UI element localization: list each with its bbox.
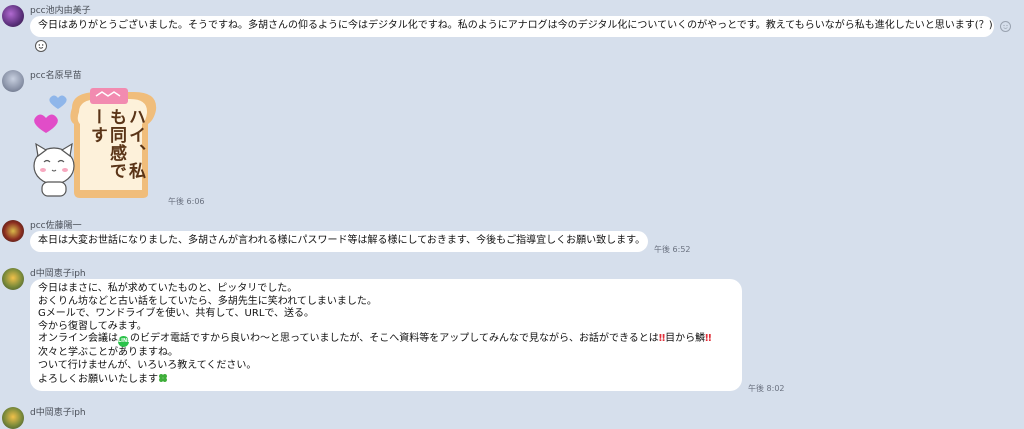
message-text: 本日は大変お世話になりました、多胡さんが言われる様にパスワード等は解る様にしてお…	[38, 235, 646, 246]
message-text: 今日はありがとうございました。そうですね。多胡さんの仰るように今はデジタル化です…	[38, 20, 993, 31]
avatar[interactable]	[2, 268, 24, 290]
timestamp: 午後 6:06	[168, 197, 205, 206]
message-text-line: おくりん坊などと古い話をしていたら、多胡先生に笑われてしまいました。	[38, 295, 377, 307]
message-text-line: 今日はまさに、私が求めていたものと、ピッタリでした。	[38, 283, 298, 294]
emoji-reaction-icon[interactable]	[35, 40, 47, 52]
double-exclamation-icon: ‼	[705, 333, 712, 345]
smiley-react-icon[interactable]	[1000, 21, 1011, 32]
message-text-line: 今から復習してみます。	[38, 320, 147, 332]
sender-name: pcc池内由美子	[30, 6, 91, 16]
sticker-image[interactable]: ハイ、私 も同感で ーす	[30, 86, 160, 204]
message-text-line: Gメールで、ワンドライブを使い、共有して、URLで、送る。	[38, 308, 314, 320]
message-text-line: オンライン会議はLINEのビデオ電話ですから良いわ〜と思っていましたが、そこへ資…	[38, 333, 734, 348]
sender-name: pcc佐藤陽一	[30, 221, 82, 231]
message-bubble: 今日はありがとうございました。そうですね。多胡さんの仰るように今はデジタル化です…	[30, 16, 994, 37]
sender-name: d中岡恵子iph	[30, 269, 86, 279]
message-bubble: 本日は大変お世話になりました、多胡さんが言われる様にパスワード等は解る様にしてお…	[30, 231, 648, 252]
sticker-text: ハイ、私 も同感で ーす	[87, 108, 145, 180]
timestamp: 午後 8:02	[748, 384, 785, 393]
timestamp: 午後 6:52	[654, 245, 691, 254]
avatar[interactable]	[2, 5, 24, 27]
line-app-icon: LINE	[118, 336, 131, 348]
avatar[interactable]	[2, 70, 24, 92]
message-bubble: 今日はまさに、私が求めていたものと、ピッタリでした。 おくりん坊などと古い話をし…	[30, 279, 742, 391]
message-text-line: 次々と学ぶことがありますね。	[38, 347, 178, 359]
sender-name: pcc名原早苗	[30, 71, 82, 81]
avatar[interactable]	[2, 220, 24, 242]
four-leaf-clover-icon	[159, 373, 167, 382]
message-text-line: よろしくお願いいたします	[38, 373, 734, 387]
avatar[interactable]	[2, 407, 24, 429]
sender-name: d中岡恵子iph	[30, 408, 86, 418]
message-text-line: ついて行けませんが、いろいろ教えてください。	[38, 359, 257, 371]
